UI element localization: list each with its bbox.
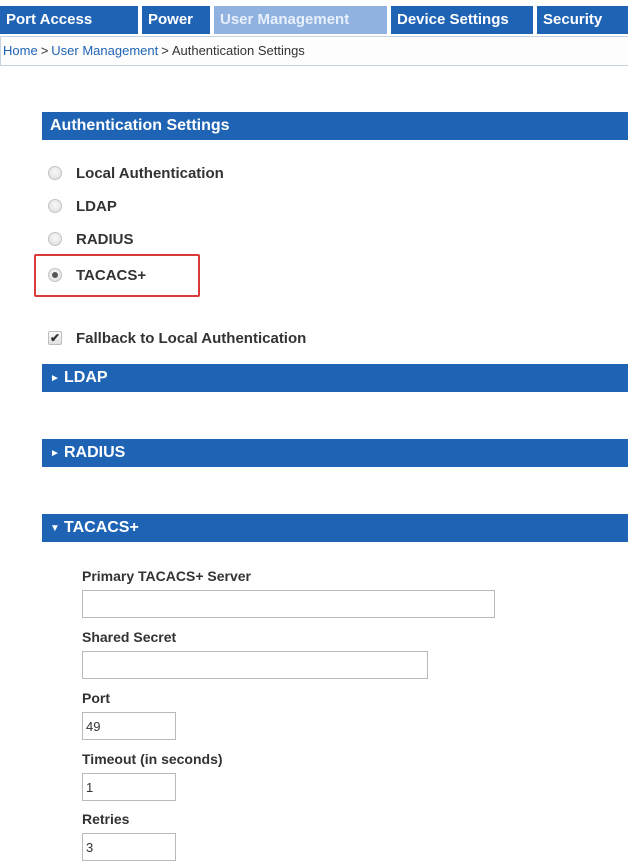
radio-label: Local Authentication [76, 164, 224, 182]
shared-secret-label: Shared Secret [82, 629, 177, 645]
timeout-label: Timeout (in seconds) [82, 751, 223, 767]
tab-security[interactable]: Security [537, 6, 628, 34]
breadcrumb-separator: > [161, 43, 169, 58]
primary-server-input[interactable] [82, 590, 495, 618]
top-nav: Port Access Power User Management Device… [0, 0, 628, 36]
tab-port-access[interactable]: Port Access [0, 6, 138, 34]
radio-label: LDAP [76, 197, 117, 215]
section-radius-toggle[interactable]: ► RADIUS [42, 439, 628, 467]
fallback-checkbox-row[interactable]: ✔ Fallback to Local Authentication [48, 327, 306, 349]
tab-user-management[interactable]: User Management [214, 6, 387, 34]
radio-button-icon[interactable] [48, 166, 62, 180]
radio-label: RADIUS [76, 230, 134, 248]
tab-power[interactable]: Power [142, 6, 210, 34]
timeout-input[interactable] [82, 773, 176, 801]
radio-local-authentication[interactable]: Local Authentication [48, 162, 224, 184]
section-tacacs-title: TACACS+ [64, 519, 139, 536]
section-tacacs-toggle[interactable]: ▼ TACACS+ [42, 514, 628, 542]
breadcrumb-home[interactable]: Home [3, 43, 38, 58]
collapse-arrow-icon: ▼ [50, 523, 60, 534]
radio-radius[interactable]: RADIUS [48, 228, 134, 250]
fallback-label: Fallback to Local Authentication [76, 329, 307, 347]
breadcrumb-user-management[interactable]: User Management [51, 43, 158, 58]
breadcrumb-separator: > [40, 43, 49, 58]
section-radius-title: RADIUS [64, 444, 126, 461]
tab-device-settings[interactable]: Device Settings [391, 6, 533, 34]
port-label: Port [82, 690, 110, 706]
breadcrumb: Home > User Management > Authentication Sett… [0, 36, 628, 66]
port-input[interactable] [82, 712, 176, 740]
breadcrumb-current: Authentication Settings [171, 43, 305, 58]
auth-settings-header: Authentication Settings [42, 112, 628, 140]
highlight-box [34, 254, 200, 297]
radio-ldap[interactable]: LDAP [48, 195, 117, 217]
section-ldap-title: LDAP [64, 369, 108, 386]
checkbox-checked-icon[interactable]: ✔ [48, 331, 62, 345]
radio-button-icon[interactable] [48, 232, 62, 246]
radio-button-icon[interactable] [48, 199, 62, 213]
primary-server-label: Primary TACACS+ Server [82, 568, 251, 584]
retries-input[interactable] [82, 833, 176, 861]
expand-arrow-icon: ► [50, 448, 60, 459]
shared-secret-input[interactable] [82, 651, 428, 679]
auth-settings-title: Authentication Settings [50, 117, 230, 134]
retries-label: Retries [82, 811, 130, 827]
section-ldap-toggle[interactable]: ► LDAP [42, 364, 628, 392]
expand-arrow-icon: ► [50, 373, 60, 384]
